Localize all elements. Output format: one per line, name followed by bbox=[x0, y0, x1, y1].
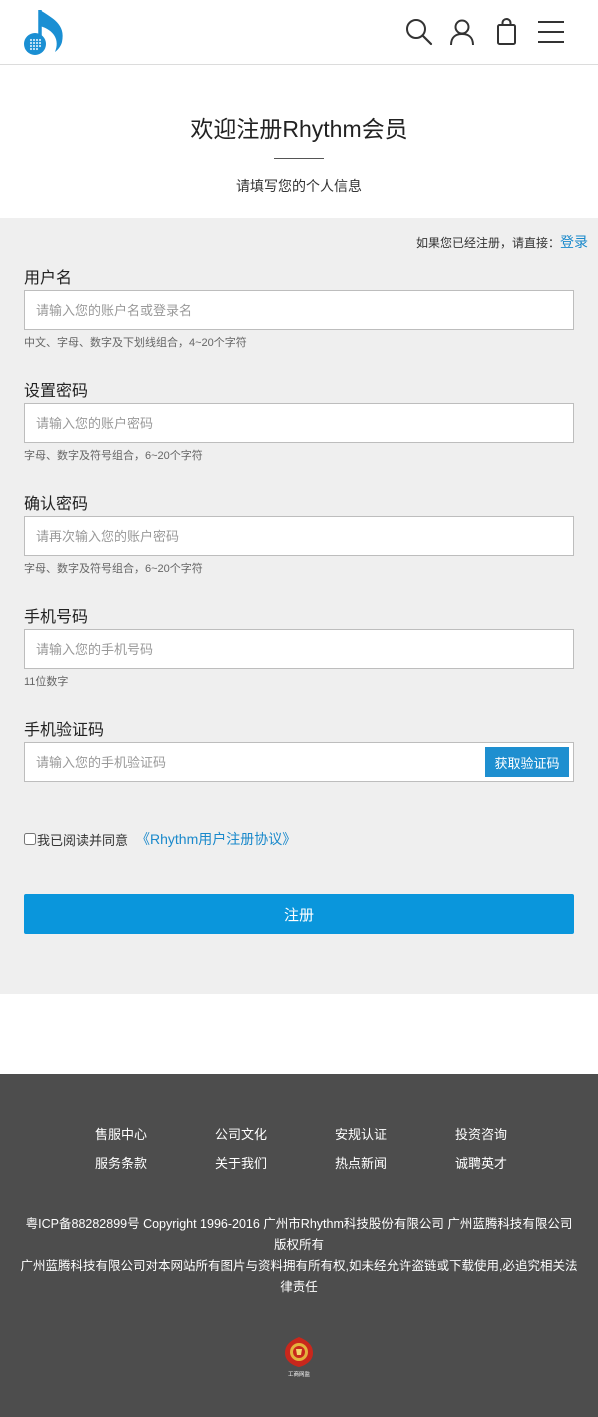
menu-icon[interactable] bbox=[536, 17, 566, 47]
username-label: 用户名 bbox=[24, 270, 73, 287]
page-title: 欢迎注册Rhythm会员 bbox=[190, 116, 408, 142]
footer-link-terms[interactable]: 服务条款 bbox=[95, 1153, 147, 1172]
confirm-password-hint: 字母、数字及符号组合，6~20个字符 bbox=[24, 563, 203, 575]
password-hint: 字母、数字及符号组合，6~20个字符 bbox=[24, 450, 203, 462]
phone-label: 手机号码 bbox=[24, 609, 89, 626]
login-link[interactable]: 登录 bbox=[560, 234, 588, 250]
user-icon[interactable] bbox=[447, 17, 477, 47]
shopping-bag-icon[interactable] bbox=[492, 17, 522, 47]
username-input[interactable] bbox=[24, 290, 574, 330]
agree-text: 我已阅读并同意 bbox=[37, 832, 129, 848]
business-supervision-badge-icon[interactable]: 工商网监 bbox=[282, 1336, 316, 1378]
agree-checkbox[interactable] bbox=[24, 833, 36, 845]
get-code-button[interactable]: 获取验证码 bbox=[485, 747, 569, 777]
register-button[interactable]: 注册 bbox=[24, 894, 574, 934]
search-icon[interactable] bbox=[404, 17, 434, 47]
agreement-link[interactable]: 《Rhythm用户注册协议》 bbox=[136, 829, 296, 849]
footer: 售服中心 公司文化 安规认证 投资咨询 服务条款 关于我们 热点新闻 诚聘英才 … bbox=[0, 1074, 598, 1417]
agreement-row: 我已阅读并同意 《Rhythm用户注册协议》 bbox=[24, 829, 296, 849]
phone-hint: 11位数字 bbox=[24, 676, 69, 688]
header bbox=[0, 0, 598, 65]
sms-code-label: 手机验证码 bbox=[24, 722, 105, 739]
confirm-password-input[interactable] bbox=[24, 516, 574, 556]
music-note-logo-icon[interactable] bbox=[22, 6, 68, 58]
username-hint: 中文、字母、数字及下划线组合，4~20个字符 bbox=[24, 337, 247, 349]
phone-input[interactable] bbox=[24, 629, 574, 669]
footer-link-investment[interactable]: 投资咨询 bbox=[455, 1124, 507, 1143]
password-label: 设置密码 bbox=[24, 383, 89, 400]
confirm-password-label: 确认密码 bbox=[24, 496, 89, 513]
footer-link-news[interactable]: 热点新闻 bbox=[335, 1153, 387, 1172]
password-input[interactable] bbox=[24, 403, 574, 443]
copyright-line-1: 粤ICP备88282899号 Copyright 1996-2016 广州市Rh… bbox=[25, 1217, 573, 1252]
already-registered: 如果您已经注册，请直接：登录 bbox=[416, 232, 588, 252]
title-divider bbox=[274, 158, 324, 159]
copyright-line-2: 广州蓝腾科技有限公司对本网站所有图片与资料拥有所有权,如未经允许盗链或下载使用,… bbox=[20, 1259, 578, 1294]
registration-form: 如果您已经注册，请直接：登录 用户名 中文、字母、数字及下划线组合，4~20个字… bbox=[0, 218, 598, 994]
svg-text:工商网监: 工商网监 bbox=[288, 1370, 311, 1378]
copyright: 粤ICP备88282899号 Copyright 1996-2016 广州市Rh… bbox=[20, 1214, 578, 1298]
page-subtitle: 请填写您的个人信息 bbox=[236, 178, 362, 194]
already-registered-text: 如果您已经注册，请直接： bbox=[415, 236, 560, 250]
footer-link-about[interactable]: 关于我们 bbox=[215, 1153, 267, 1172]
footer-link-culture[interactable]: 公司文化 bbox=[215, 1124, 267, 1143]
footer-link-careers[interactable]: 诚聘英才 bbox=[455, 1153, 507, 1172]
footer-link-service-center[interactable]: 售服中心 bbox=[95, 1124, 147, 1143]
footer-link-certification[interactable]: 安规认证 bbox=[335, 1124, 387, 1143]
intro-section: 欢迎注册Rhythm会员 请填写您的个人信息 bbox=[0, 65, 598, 218]
